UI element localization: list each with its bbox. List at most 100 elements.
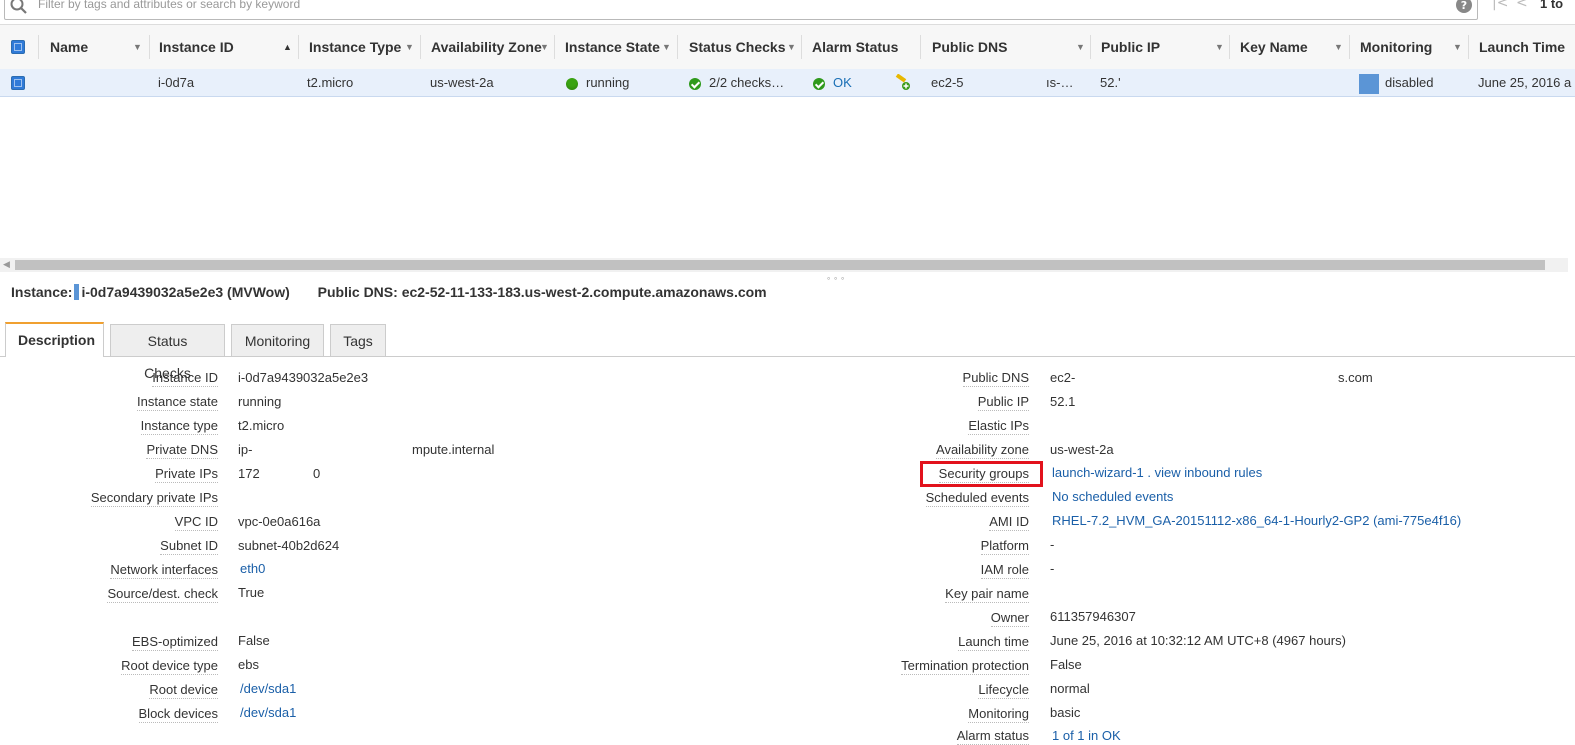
label-iam-role: IAM role	[980, 562, 1029, 579]
value-instance-state: running	[238, 394, 282, 409]
cell-public-ip: 52.'	[1100, 75, 1121, 90]
alarm-status-link[interactable]: OK	[833, 75, 852, 90]
check-icon	[813, 77, 825, 90]
column-header-name[interactable]: Name	[50, 25, 88, 69]
monitoring-text: disabled	[1385, 75, 1434, 90]
label-private-dns: Private DNS	[146, 442, 218, 459]
scheduled-events-link[interactable]: No scheduled events	[1052, 489, 1173, 504]
label-secondary-private-ips: Secondary private IPs	[90, 490, 218, 507]
value-instance-id: i-0d7a9439032a5e2e3	[238, 370, 369, 385]
column-header-instance-id[interactable]: Instance ID	[159, 25, 234, 69]
column-separator	[1090, 35, 1091, 59]
label-subnet-id: Subnet ID	[160, 538, 218, 555]
instance-value: i-0d7a9439032a5e2e3 (MVWow)	[81, 284, 290, 300]
cell-status-checks: 2/2 checks…	[689, 69, 784, 96]
column-header-alarm-status[interactable]: Alarm Status	[812, 25, 898, 69]
column-header-instance-state[interactable]: Instance State	[565, 25, 660, 69]
value-root-device-type: ebs	[238, 657, 259, 672]
column-separator	[149, 35, 150, 59]
table-row[interactable]: i-0d7a t2.micro us-west-2a running 2/2 c…	[0, 69, 1575, 97]
column-header-public-dns[interactable]: Public DNS	[932, 25, 1007, 69]
network-interface-link[interactable]: eth0	[240, 561, 265, 576]
help-icon[interactable]: ?	[1455, 0, 1473, 18]
row-checkbox[interactable]	[11, 76, 25, 90]
value-public-dns: ec2-	[1050, 370, 1076, 385]
value-public-dns-tail: s.com	[1338, 370, 1373, 385]
tab-monitoring[interactable]: Monitoring	[231, 324, 324, 356]
column-header-instance-type[interactable]: Instance Type	[309, 25, 401, 69]
label-root-device-type: Root device type	[121, 658, 218, 675]
label-scheduled-events: Scheduled events	[925, 490, 1029, 507]
value-private-dns: ip-	[238, 442, 253, 457]
search-icon	[10, 0, 28, 19]
column-header-label: Instance State	[565, 39, 660, 55]
label-availability-zone: Availability zone	[936, 442, 1029, 459]
public-dns-label: Public DNS:	[317, 284, 398, 300]
label-source-dest-check: Source/dest. check	[107, 586, 218, 603]
value-monitoring: basic	[1050, 705, 1081, 720]
value-private-ips: 172	[238, 466, 260, 481]
resize-grip-icon[interactable]: ∘∘∘	[826, 274, 847, 283]
column-header-label: Availability Zone	[431, 39, 542, 55]
column-header-availability-zone[interactable]: Availability Zone	[431, 25, 542, 69]
label-monitoring: Monitoring	[968, 706, 1029, 723]
column-separator	[420, 35, 421, 59]
column-separator	[298, 35, 299, 59]
tab-status-checks[interactable]: Status Checks	[110, 324, 225, 381]
label-instance-state: Instance state	[137, 394, 218, 411]
column-separator	[1229, 35, 1230, 59]
column-header-label: Public DNS	[932, 39, 1008, 55]
scroll-left-icon[interactable]: ◀	[3, 258, 10, 272]
check-icon	[689, 77, 701, 90]
ami-id-link[interactable]: RHEL-7.2_HVM_GA-20151112-x86_64-1-Hourly…	[1052, 513, 1461, 528]
column-separator	[801, 35, 802, 59]
tab-tags[interactable]: Tags	[330, 324, 386, 356]
column-header-label: Instance Type	[309, 39, 402, 55]
column-header-monitoring[interactable]: Monitoring	[1360, 25, 1432, 69]
instance-state-text: running	[586, 75, 630, 90]
label-public-ip: Public IP	[977, 394, 1029, 411]
select-all-checkbox[interactable]	[11, 40, 25, 54]
column-separator	[677, 35, 678, 59]
label-launch-time: Launch time	[958, 634, 1029, 651]
edit-alarm-icon[interactable]	[894, 73, 912, 92]
alarm-status-link[interactable]: 1 of 1 in OK	[1052, 728, 1121, 743]
column-header-public-ip[interactable]: Public IP	[1101, 25, 1160, 69]
column-header-status-checks[interactable]: Status Checks	[689, 25, 785, 69]
prev-page-icon[interactable]: <	[1516, 0, 1528, 11]
value-availability-zone: us-west-2a	[1050, 442, 1114, 457]
column-header-launch-time[interactable]: Launch Time	[1479, 25, 1565, 69]
public-dns-value: ec2-52-11-133-183.us-west-2.compute.amaz…	[401, 284, 767, 300]
value-private-dns-tail: mpute.internal	[412, 442, 495, 457]
column-separator	[1468, 35, 1469, 59]
instance-label: Instance:	[11, 284, 73, 300]
root-device-link[interactable]: /dev/sda1	[240, 681, 296, 696]
label-instance-type: Instance type	[140, 418, 218, 435]
block-devices-link[interactable]: /dev/sda1	[240, 705, 296, 720]
cell-alarm-status[interactable]: OK	[813, 69, 852, 96]
label-platform: Platform	[980, 538, 1029, 555]
first-page-icon[interactable]: |<	[1492, 0, 1508, 11]
column-separator	[38, 35, 39, 59]
search-input[interactable]: Filter by tags and attributes or search …	[38, 0, 300, 11]
pager-text: 1 to	[1540, 0, 1564, 11]
column-header-label: Launch Time	[1479, 39, 1566, 55]
value-private-ips-tail: 0	[313, 466, 321, 481]
label-ebs-optimized: EBS-optimized	[132, 634, 218, 651]
column-header-key-name[interactable]: Key Name	[1240, 25, 1308, 69]
tab-description[interactable]: Description	[5, 322, 104, 357]
cell-launch-time: June 25, 2016 a	[1478, 75, 1572, 90]
security-groups-link[interactable]: launch-wizard-1 . view inbound rules	[1052, 465, 1262, 480]
label-private-ips: Private IPs	[155, 466, 218, 483]
svg-text:?: ?	[1461, 0, 1467, 12]
filter-bar: Filter by tags and attributes or search …	[0, 0, 1575, 20]
cell-monitoring: disabled	[1359, 69, 1433, 96]
value-launch-time: June 25, 2016 at 10:32:12 AM UTC+8 (4967…	[1050, 633, 1346, 648]
column-separator	[920, 35, 921, 59]
label-ami-id: AMI ID	[989, 514, 1029, 531]
horizontal-scrollbar[interactable]: ◀	[0, 258, 1568, 272]
cell-instance-id: i-0d7a	[158, 75, 195, 90]
instance-marker-icon	[74, 284, 80, 300]
column-header-label: Public IP	[1101, 39, 1161, 55]
scrollbar-thumb[interactable]	[15, 260, 1545, 270]
